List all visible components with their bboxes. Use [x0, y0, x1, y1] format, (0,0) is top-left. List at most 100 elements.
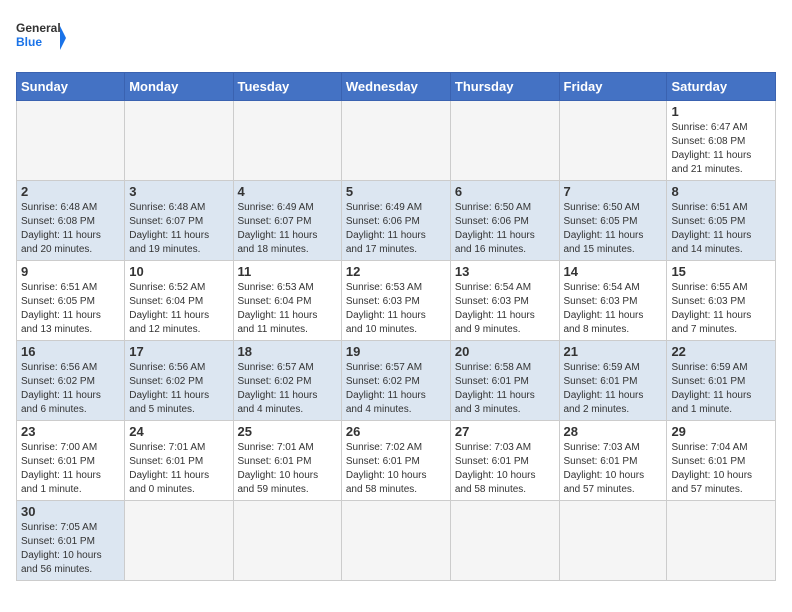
day-info: Sunrise: 6:59 AM Sunset: 6:01 PM Dayligh…: [671, 361, 771, 417]
day-number: 19: [346, 344, 446, 359]
day-cell: 10 Sunrise: 6:52 AM Sunset: 6:04 PM Dayli…: [125, 261, 233, 341]
day-cell: 18 Sunrise: 6:57 AM Sunset: 6:02 PM Dayli…: [233, 341, 341, 421]
day-info: Sunrise: 6:53 AM Sunset: 6:04 PM Dayligh…: [238, 281, 337, 337]
day-number: 24: [129, 424, 228, 439]
day-cell: 24 Sunrise: 7:01 AM Sunset: 6:01 PM Dayli…: [125, 421, 233, 501]
day-cell: 8 Sunrise: 6:51 AM Sunset: 6:05 PM Daylig…: [667, 181, 776, 261]
day-cell: 17Sunrise: 6:56 AM Sunset: 6:02 PM Dayli…: [125, 341, 233, 421]
day-info: Sunrise: 6:48 AM Sunset: 6:08 PM Dayligh…: [21, 201, 120, 257]
day-number: 3: [129, 184, 228, 199]
day-number: 30: [21, 504, 120, 519]
day-number: 25: [238, 424, 337, 439]
day-number: 28: [564, 424, 663, 439]
day-number: 13: [455, 264, 555, 279]
day-cell: [125, 501, 233, 581]
day-info: Sunrise: 6:52 AM Sunset: 6:04 PM Dayligh…: [129, 281, 228, 337]
day-cell: 20 Sunrise: 6:58 AM Sunset: 6:01 PM Dayli…: [450, 341, 559, 421]
day-number: 22: [671, 344, 771, 359]
day-cell: [559, 501, 667, 581]
day-info: Sunrise: 6:54 AM Sunset: 6:03 PM Dayligh…: [564, 281, 663, 337]
day-number: 17: [129, 344, 228, 359]
day-cell: 30 Sunrise: 7:05 AM Sunset: 6:01 PM Dayli…: [17, 501, 125, 581]
day-cell: 26 Sunrise: 7:02 AM Sunset: 6:01 PM Dayli…: [341, 421, 450, 501]
day-number: 5: [346, 184, 446, 199]
week-row-6: 30 Sunrise: 7:05 AM Sunset: 6:01 PM Dayli…: [17, 501, 776, 581]
day-number: 8: [671, 184, 771, 199]
day-number: 9: [21, 264, 120, 279]
day-info: Sunrise: 6:54 AM Sunset: 6:03 PM Dayligh…: [455, 281, 555, 337]
day-info: Sunrise: 7:00 AM Sunset: 6:01 PM Dayligh…: [21, 441, 120, 497]
column-header-friday: Friday: [559, 73, 667, 101]
day-info: Sunrise: 7:02 AM Sunset: 6:01 PM Dayligh…: [346, 441, 446, 497]
day-number: 29: [671, 424, 771, 439]
day-cell: 5 Sunrise: 6:49 AM Sunset: 6:06 PM Daylig…: [341, 181, 450, 261]
week-row-1: 1 Sunrise: 6:47 AM Sunset: 6:08 PM Daylig…: [17, 101, 776, 181]
day-cell: [341, 501, 450, 581]
day-cell: [667, 501, 776, 581]
day-info: Sunrise: 6:55 AM Sunset: 6:03 PM Dayligh…: [671, 281, 771, 337]
day-number: 2: [21, 184, 120, 199]
day-number: 16: [21, 344, 120, 359]
day-number: 10: [129, 264, 228, 279]
week-row-5: 23 Sunrise: 7:00 AM Sunset: 6:01 PM Dayli…: [17, 421, 776, 501]
day-info: Sunrise: 6:48 AM Sunset: 6:07 PM Dayligh…: [129, 201, 228, 257]
day-number: 12: [346, 264, 446, 279]
day-info: Sunrise: 6:47 AM Sunset: 6:08 PM Dayligh…: [671, 121, 771, 177]
column-header-thursday: Thursday: [450, 73, 559, 101]
day-cell: 1 Sunrise: 6:47 AM Sunset: 6:08 PM Daylig…: [667, 101, 776, 181]
svg-text:Blue: Blue: [16, 35, 42, 49]
day-cell: 7 Sunrise: 6:50 AM Sunset: 6:05 PM Daylig…: [559, 181, 667, 261]
day-number: 23: [21, 424, 120, 439]
day-cell: 9Sunrise: 6:51 AM Sunset: 6:05 PM Daylig…: [17, 261, 125, 341]
day-info: Sunrise: 6:56 AM Sunset: 6:02 PM Dayligh…: [21, 361, 120, 417]
day-cell: 19 Sunrise: 6:57 AM Sunset: 6:02 PM Dayli…: [341, 341, 450, 421]
day-cell: [233, 501, 341, 581]
day-cell: 6Sunrise: 6:50 AM Sunset: 6:06 PM Daylig…: [450, 181, 559, 261]
day-info: Sunrise: 6:50 AM Sunset: 6:06 PM Dayligh…: [455, 201, 555, 257]
day-info: Sunrise: 6:51 AM Sunset: 6:05 PM Dayligh…: [671, 201, 771, 257]
day-info: Sunrise: 6:50 AM Sunset: 6:05 PM Dayligh…: [564, 201, 663, 257]
logo-svg: General Blue: [16, 16, 66, 60]
day-number: 27: [455, 424, 555, 439]
day-info: Sunrise: 6:53 AM Sunset: 6:03 PM Dayligh…: [346, 281, 446, 337]
day-info: Sunrise: 6:57 AM Sunset: 6:02 PM Dayligh…: [346, 361, 446, 417]
day-cell: 2 Sunrise: 6:48 AM Sunset: 6:08 PM Daylig…: [17, 181, 125, 261]
calendar-table: SundayMondayTuesdayWednesdayThursdayFrid…: [16, 72, 776, 581]
day-cell: 25Sunrise: 7:01 AM Sunset: 6:01 PM Dayli…: [233, 421, 341, 501]
week-row-2: 2 Sunrise: 6:48 AM Sunset: 6:08 PM Daylig…: [17, 181, 776, 261]
day-cell: [341, 101, 450, 181]
day-info: Sunrise: 6:58 AM Sunset: 6:01 PM Dayligh…: [455, 361, 555, 417]
day-cell: 3 Sunrise: 6:48 AM Sunset: 6:07 PM Daylig…: [125, 181, 233, 261]
day-cell: 4Sunrise: 6:49 AM Sunset: 6:07 PM Daylig…: [233, 181, 341, 261]
day-cell: 13 Sunrise: 6:54 AM Sunset: 6:03 PM Dayli…: [450, 261, 559, 341]
day-number: 15: [671, 264, 771, 279]
day-number: 20: [455, 344, 555, 359]
day-cell: 28Sunrise: 7:03 AM Sunset: 6:01 PM Dayli…: [559, 421, 667, 501]
column-header-sunday: Sunday: [17, 73, 125, 101]
day-cell: [17, 101, 125, 181]
column-header-tuesday: Tuesday: [233, 73, 341, 101]
day-cell: 29Sunrise: 7:04 AM Sunset: 6:01 PM Dayli…: [667, 421, 776, 501]
day-number: 18: [238, 344, 337, 359]
column-headers: SundayMondayTuesdayWednesdayThursdayFrid…: [17, 73, 776, 101]
day-cell: [125, 101, 233, 181]
day-number: 1: [671, 104, 771, 119]
day-info: Sunrise: 7:01 AM Sunset: 6:01 PM Dayligh…: [129, 441, 228, 497]
day-number: 26: [346, 424, 446, 439]
day-number: 7: [564, 184, 663, 199]
column-header-saturday: Saturday: [667, 73, 776, 101]
day-info: Sunrise: 6:57 AM Sunset: 6:02 PM Dayligh…: [238, 361, 337, 417]
column-header-wednesday: Wednesday: [341, 73, 450, 101]
day-info: Sunrise: 6:49 AM Sunset: 6:07 PM Dayligh…: [238, 201, 337, 257]
week-row-4: 16 Sunrise: 6:56 AM Sunset: 6:02 PM Dayli…: [17, 341, 776, 421]
day-number: 21: [564, 344, 663, 359]
week-row-3: 9Sunrise: 6:51 AM Sunset: 6:05 PM Daylig…: [17, 261, 776, 341]
day-info: Sunrise: 6:49 AM Sunset: 6:06 PM Dayligh…: [346, 201, 446, 257]
header: General Blue: [16, 16, 776, 60]
day-cell: 12 Sunrise: 6:53 AM Sunset: 6:03 PM Dayli…: [341, 261, 450, 341]
day-info: Sunrise: 7:05 AM Sunset: 6:01 PM Dayligh…: [21, 521, 120, 577]
svg-text:General: General: [16, 21, 61, 35]
day-cell: [233, 101, 341, 181]
column-header-monday: Monday: [125, 73, 233, 101]
day-number: 14: [564, 264, 663, 279]
